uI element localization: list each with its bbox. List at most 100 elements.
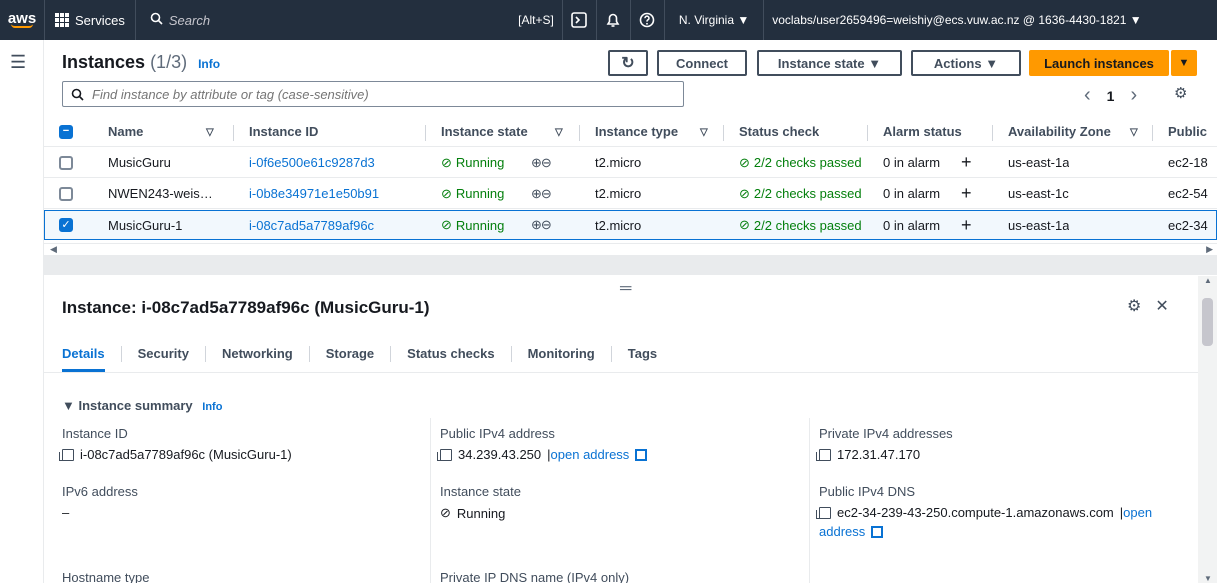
instance-id-link[interactable]: i-0b8e34971e1e50b91 <box>249 179 379 208</box>
sort-icon[interactable]: ▽ <box>700 127 708 138</box>
summary-info-link[interactable]: Info <box>202 401 222 413</box>
tab-security[interactable]: Security <box>138 342 189 365</box>
scroll-left-icon[interactable]: ◀ <box>50 244 57 255</box>
hamburger-menu-icon[interactable]: ☰ <box>10 52 26 73</box>
copy-icon[interactable] <box>59 448 74 461</box>
open-address-link[interactable]: open <box>1123 505 1152 520</box>
scroll-right-icon[interactable]: ▶ <box>1206 244 1213 255</box>
status-check: ⊘ 2/2 checks passed <box>739 154 862 171</box>
table-row[interactable]: MusicGuru i-0f6e500e61c9287d3 ⊘ Running ⊕… <box>44 148 1217 178</box>
zoom-in-out-icon[interactable]: ⊕⊖ <box>531 179 551 208</box>
check-circle-icon: ⊘ <box>739 217 750 232</box>
main-content: Instances (1/3) Info ↻ Connect Instance … <box>44 40 1217 583</box>
filter-input[interactable] <box>92 86 652 102</box>
copy-icon[interactable] <box>816 506 831 519</box>
public-dns: ec2-54 <box>1168 186 1208 201</box>
refresh-button[interactable]: ↻ <box>608 50 648 76</box>
aws-smile-icon <box>11 24 33 28</box>
launch-dropdown-button[interactable]: ▼ <box>1171 50 1197 76</box>
instance-id-link[interactable]: i-08c7ad5a7789af96c <box>249 211 374 239</box>
add-alarm-icon[interactable]: + <box>961 179 972 208</box>
next-page-button[interactable]: › <box>1130 84 1137 107</box>
scroll-down-icon[interactable]: ▼ <box>1204 574 1212 583</box>
copy-icon[interactable] <box>816 448 831 461</box>
sort-icon[interactable]: ▽ <box>555 127 563 138</box>
instance-filter[interactable] <box>62 81 684 107</box>
instance-type: t2.micro <box>595 217 642 233</box>
row-checkbox[interactable] <box>59 179 73 208</box>
zoom-in-out-icon[interactable]: ⊕⊖ <box>531 148 551 177</box>
info-link[interactable]: Info <box>198 57 220 71</box>
col-instance-type[interactable]: Instance type <box>595 117 678 146</box>
col-availability-zone[interactable]: Availability Zone <box>1008 117 1111 146</box>
status-check: ⊘ 2/2 checks passed <box>739 185 862 202</box>
sort-icon[interactable]: ▽ <box>1130 127 1138 138</box>
table-row-selected[interactable]: ✓ MusicGuru-1 i-08c7ad5a7789af96c ⊘ Runni… <box>44 210 1217 240</box>
services-menu-button[interactable]: Services <box>44 0 136 40</box>
external-link-icon[interactable] <box>635 448 648 461</box>
add-alarm-icon[interactable]: + <box>961 211 972 239</box>
select-all-checkbox[interactable]: − <box>59 117 73 146</box>
tab-details[interactable]: Details <box>62 342 105 372</box>
zoom-in-out-icon[interactable]: ⊕⊖ <box>531 211 551 239</box>
check-circle-icon: ⊘ <box>440 505 451 520</box>
tab-tags[interactable]: Tags <box>628 342 657 365</box>
launch-instances-button[interactable]: Launch instances <box>1029 50 1169 76</box>
vertical-scrollbar[interactable]: ▲ ▼ <box>1198 276 1217 583</box>
cloudshell-icon[interactable] <box>561 0 596 40</box>
add-alarm-icon[interactable]: + <box>961 148 972 177</box>
settings-gear-icon[interactable]: ⚙ <box>1127 296 1141 316</box>
instance-name: NWEN243-weis… <box>108 186 213 201</box>
instance-name: MusicGuru <box>108 155 171 170</box>
actions-button[interactable]: Actions ▼ <box>911 50 1021 76</box>
resize-handle-icon[interactable]: ═ <box>620 280 631 298</box>
col-public[interactable]: Public <box>1168 117 1207 146</box>
detail-tabs: Details Security Networking Storage Stat… <box>62 342 657 372</box>
global-search-input[interactable]: Search [Alt+S] <box>141 6 562 34</box>
copy-icon[interactable] <box>437 448 452 461</box>
check-circle-icon: ⊘ <box>441 154 452 170</box>
field-private-dns: Private IP DNS name (IPv4 only) <box>440 570 630 583</box>
tab-monitoring[interactable]: Monitoring <box>528 342 595 365</box>
scroll-up-icon[interactable]: ▲ <box>1204 276 1212 285</box>
region-selector[interactable]: N. Virginia ▼ <box>663 0 763 40</box>
preferences-gear-icon[interactable]: ⚙ <box>1174 84 1187 102</box>
tab-networking[interactable]: Networking <box>222 342 293 365</box>
grid-icon <box>55 13 69 27</box>
status-check: ⊘ 2/2 checks passed <box>739 217 862 233</box>
connect-button[interactable]: Connect <box>657 50 747 76</box>
col-status-check[interactable]: Status check <box>739 117 819 146</box>
instance-state-button[interactable]: Instance state ▼ <box>757 50 902 76</box>
notifications-bell-icon[interactable] <box>595 0 630 40</box>
scrollbar-thumb[interactable] <box>1202 298 1213 346</box>
account-menu[interactable]: voclabs/user2659496=weishiy@ecs.vuw.ac.n… <box>763 0 1149 40</box>
external-link-icon[interactable] <box>871 525 884 538</box>
tab-status-checks[interactable]: Status checks <box>407 342 494 365</box>
row-checkbox[interactable]: ✓ <box>59 211 73 239</box>
aws-logo[interactable]: aws <box>0 0 44 40</box>
page-number[interactable]: 1 <box>1107 88 1115 104</box>
tab-storage[interactable]: Storage <box>326 342 374 365</box>
row-checkbox[interactable] <box>59 148 73 177</box>
prev-page-button[interactable]: ‹ <box>1084 84 1091 107</box>
instance-summary-heading[interactable]: ▼ Instance summary Info <box>62 398 222 413</box>
sort-icon[interactable]: ▽ <box>206 127 214 138</box>
checkmark-icon: ✓ <box>59 218 73 232</box>
help-icon[interactable] <box>629 0 664 40</box>
open-address-link-continued[interactable]: address <box>819 524 865 539</box>
field-public-ipv4: Public IPv4 address 34.239.43.250 | open a… <box>437 426 648 462</box>
col-instance-id[interactable]: Instance ID <box>249 117 318 146</box>
page-title: Instances (1/3) Info <box>62 52 220 73</box>
instances-header: Instances (1/3) Info ↻ Connect Instance … <box>44 40 1217 114</box>
public-dns: ec2-34 <box>1168 217 1208 233</box>
col-alarm-status[interactable]: Alarm status <box>883 117 962 146</box>
col-name[interactable]: Name <box>108 117 143 146</box>
open-address-link[interactable]: open address <box>551 447 630 462</box>
instance-name: MusicGuru-1 <box>108 217 183 233</box>
col-instance-state[interactable]: Instance state <box>441 117 528 146</box>
instance-id-link[interactable]: i-0f6e500e61c9287d3 <box>249 148 375 177</box>
public-dns: ec2-18 <box>1168 155 1208 170</box>
close-icon[interactable]: ✕ <box>1155 296 1168 316</box>
indeterminate-checkbox-icon: − <box>59 124 73 139</box>
table-row[interactable]: NWEN243-weis… i-0b8e34971e1e50b91 ⊘ Runni… <box>44 179 1217 209</box>
